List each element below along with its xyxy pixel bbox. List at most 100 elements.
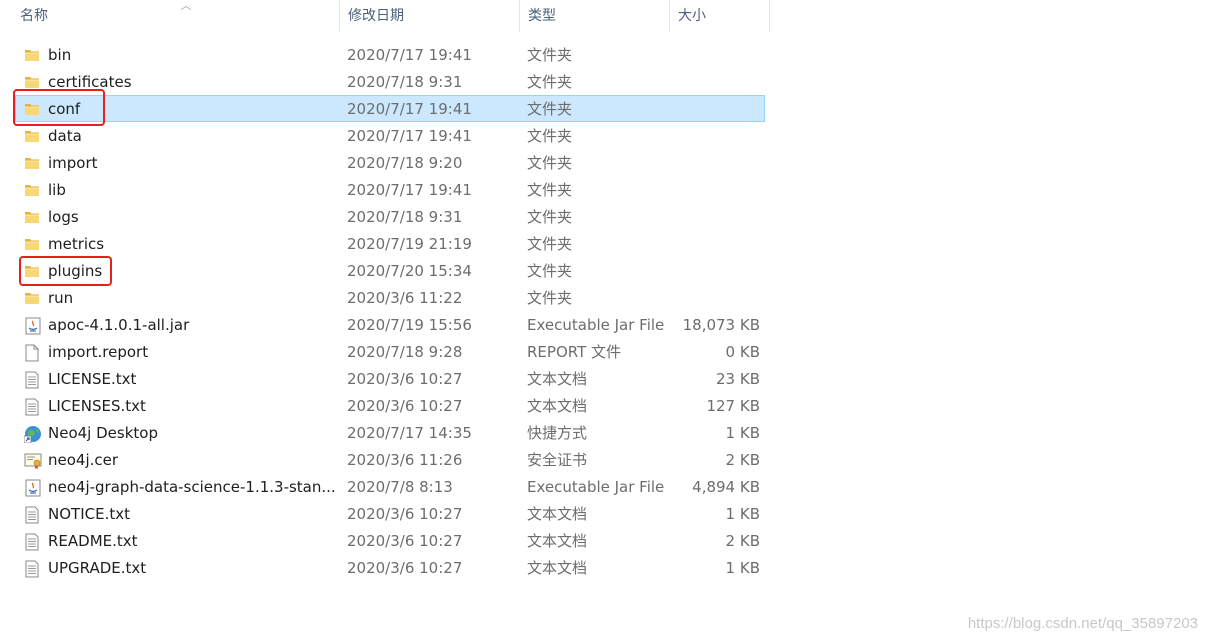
file-name: Neo4j Desktop <box>48 424 158 442</box>
folder-icon <box>24 150 42 177</box>
file-type: 文件夹 <box>527 289 573 307</box>
column-header-modified-label: 修改日期 <box>348 8 404 24</box>
file-name: bin <box>48 46 72 64</box>
file-type: 安全证书 <box>527 451 588 469</box>
column-header-type-label: 类型 <box>528 8 556 24</box>
file-modified-date: 2020/7/17 19:41 <box>347 127 472 145</box>
file-type: 文件夹 <box>527 100 573 118</box>
file-modified-date: 2020/7/17 19:41 <box>347 181 472 199</box>
sort-ascending-icon: ︿ <box>180 0 192 12</box>
file-modified-date: 2020/7/17 19:41 <box>347 100 472 118</box>
file-row[interactable]: import.report 2020/7/18 9:28 REPORT 文件 0 KB <box>15 338 765 365</box>
file-modified-date: 2020/7/18 9:28 <box>347 343 463 361</box>
file-modified-date: 2020/3/6 11:22 <box>347 289 463 307</box>
file-type: 文本文档 <box>527 532 588 550</box>
file-name: NOTICE.txt <box>48 505 130 523</box>
file-modified-date: 2020/3/6 10:27 <box>347 397 463 415</box>
file-row[interactable]: lib 2020/7/17 19:41 文件夹 <box>15 176 765 203</box>
file-row[interactable]: neo4j-graph-data-science-1.1.3-stan... 20… <box>15 473 765 500</box>
file-type: 文件夹 <box>527 262 573 280</box>
file-name: apoc-4.1.0.1-all.jar <box>48 316 190 334</box>
file-type: 文本文档 <box>527 505 588 523</box>
file-row[interactable]: bin 2020/7/17 19:41 文件夹 <box>15 41 765 68</box>
folder-icon <box>24 123 42 150</box>
file-row[interactable]: NOTICE.txt 2020/3/6 10:27 文本文档 1 KB <box>15 500 765 527</box>
file-size: 23 KB <box>716 370 760 388</box>
file-row[interactable]: plugins 2020/7/20 15:34 文件夹 <box>15 257 765 284</box>
file-name: run <box>48 289 74 307</box>
file-size: 0 KB <box>725 343 760 361</box>
column-header-name-label: 名称 <box>20 8 48 24</box>
text-file-icon <box>24 528 42 555</box>
blank-file-icon <box>24 339 42 366</box>
file-name: metrics <box>48 235 105 253</box>
file-row[interactable]: logs 2020/7/18 9:31 文件夹 <box>15 203 765 230</box>
jar-file-icon <box>24 474 42 501</box>
file-size: 2 KB <box>725 532 760 550</box>
file-row[interactable]: data 2020/7/17 19:41 文件夹 <box>15 122 765 149</box>
file-name: UPGRADE.txt <box>48 559 147 577</box>
file-row[interactable]: LICENSE.txt 2020/3/6 10:27 文本文档 23 KB <box>15 365 765 392</box>
column-header-name[interactable]: 名称 ︿ <box>12 0 340 32</box>
file-type: 快捷方式 <box>527 424 588 442</box>
file-row[interactable]: LICENSES.txt 2020/3/6 10:27 文本文档 127 KB <box>15 392 765 419</box>
file-name: lib <box>48 181 66 199</box>
file-modified-date: 2020/7/17 14:35 <box>347 424 472 442</box>
file-row[interactable]: README.txt 2020/3/6 10:27 文本文档 2 KB <box>15 527 765 554</box>
file-type: REPORT 文件 <box>527 343 622 361</box>
file-list: bin 2020/7/17 19:41 文件夹 certificates 2020/7/… <box>15 41 765 581</box>
text-file-icon <box>24 393 42 420</box>
file-type: 文件夹 <box>527 181 573 199</box>
file-type: 文件夹 <box>527 208 573 226</box>
file-row[interactable]: metrics 2020/7/19 21:19 文件夹 <box>15 230 765 257</box>
folder-icon <box>24 231 42 258</box>
file-row[interactable]: import 2020/7/18 9:20 文件夹 <box>15 149 765 176</box>
highlight-box-conf <box>13 89 105 126</box>
file-type: 文本文档 <box>527 559 588 577</box>
folder-icon <box>24 285 42 312</box>
file-modified-date: 2020/3/6 10:27 <box>347 370 463 388</box>
file-modified-date: 2020/3/6 10:27 <box>347 559 463 577</box>
file-modified-date: 2020/7/8 8:13 <box>347 478 453 496</box>
column-header-type[interactable]: 类型 <box>520 0 670 32</box>
file-row[interactable]: run 2020/3/6 11:22 文件夹 <box>15 284 765 311</box>
folder-icon <box>24 204 42 231</box>
column-header-modified[interactable]: 修改日期 <box>340 0 520 32</box>
file-type: 文件夹 <box>527 73 573 91</box>
file-row[interactable]: apoc-4.1.0.1-all.jar 2020/7/19 15:56 Execu… <box>15 311 765 338</box>
file-name: LICENSES.txt <box>48 397 146 415</box>
column-header-size-label: 大小 <box>678 8 706 24</box>
file-size: 2 KB <box>725 451 760 469</box>
file-name: data <box>48 127 82 145</box>
file-row[interactable]: Neo4j Desktop 2020/7/17 14:35 快捷方式 1 KB <box>15 419 765 446</box>
text-file-icon <box>24 366 42 393</box>
jar-file-icon <box>24 312 42 339</box>
file-row[interactable]: neo4j.cer 2020/3/6 11:26 安全证书 2 KB <box>15 446 765 473</box>
file-name: import <box>48 154 98 172</box>
highlight-box-plugins <box>19 256 112 286</box>
file-size: 1 KB <box>725 424 760 442</box>
file-modified-date: 2020/7/18 9:20 <box>347 154 463 172</box>
column-header-bar: 名称 ︿ 修改日期 类型 大小 <box>0 0 770 32</box>
file-row[interactable]: certificates 2020/7/18 9:31 文件夹 <box>15 68 765 95</box>
file-modified-date: 2020/7/18 9:31 <box>347 73 463 91</box>
file-type: 文件夹 <box>527 235 573 253</box>
column-header-size[interactable]: 大小 <box>670 0 770 32</box>
file-row[interactable]: conf 2020/7/17 19:41 文件夹 <box>15 95 765 122</box>
folder-icon <box>24 42 42 69</box>
file-size: 18,073 KB <box>682 316 760 334</box>
file-modified-date: 2020/7/19 21:19 <box>347 235 472 253</box>
file-size: 127 KB <box>706 397 760 415</box>
folder-icon <box>24 177 42 204</box>
file-type: 文件夹 <box>527 46 573 64</box>
file-size: 4,894 KB <box>692 478 760 496</box>
text-file-icon <box>24 555 42 582</box>
file-type: 文件夹 <box>527 127 573 145</box>
file-type: 文件夹 <box>527 154 573 172</box>
file-row[interactable]: UPGRADE.txt 2020/3/6 10:27 文本文档 1 KB <box>15 554 765 581</box>
text-file-icon <box>24 501 42 528</box>
file-modified-date: 2020/7/20 15:34 <box>347 262 472 280</box>
file-type: 文本文档 <box>527 370 588 388</box>
file-name: neo4j-graph-data-science-1.1.3-stan... <box>48 478 336 496</box>
file-size: 1 KB <box>725 559 760 577</box>
